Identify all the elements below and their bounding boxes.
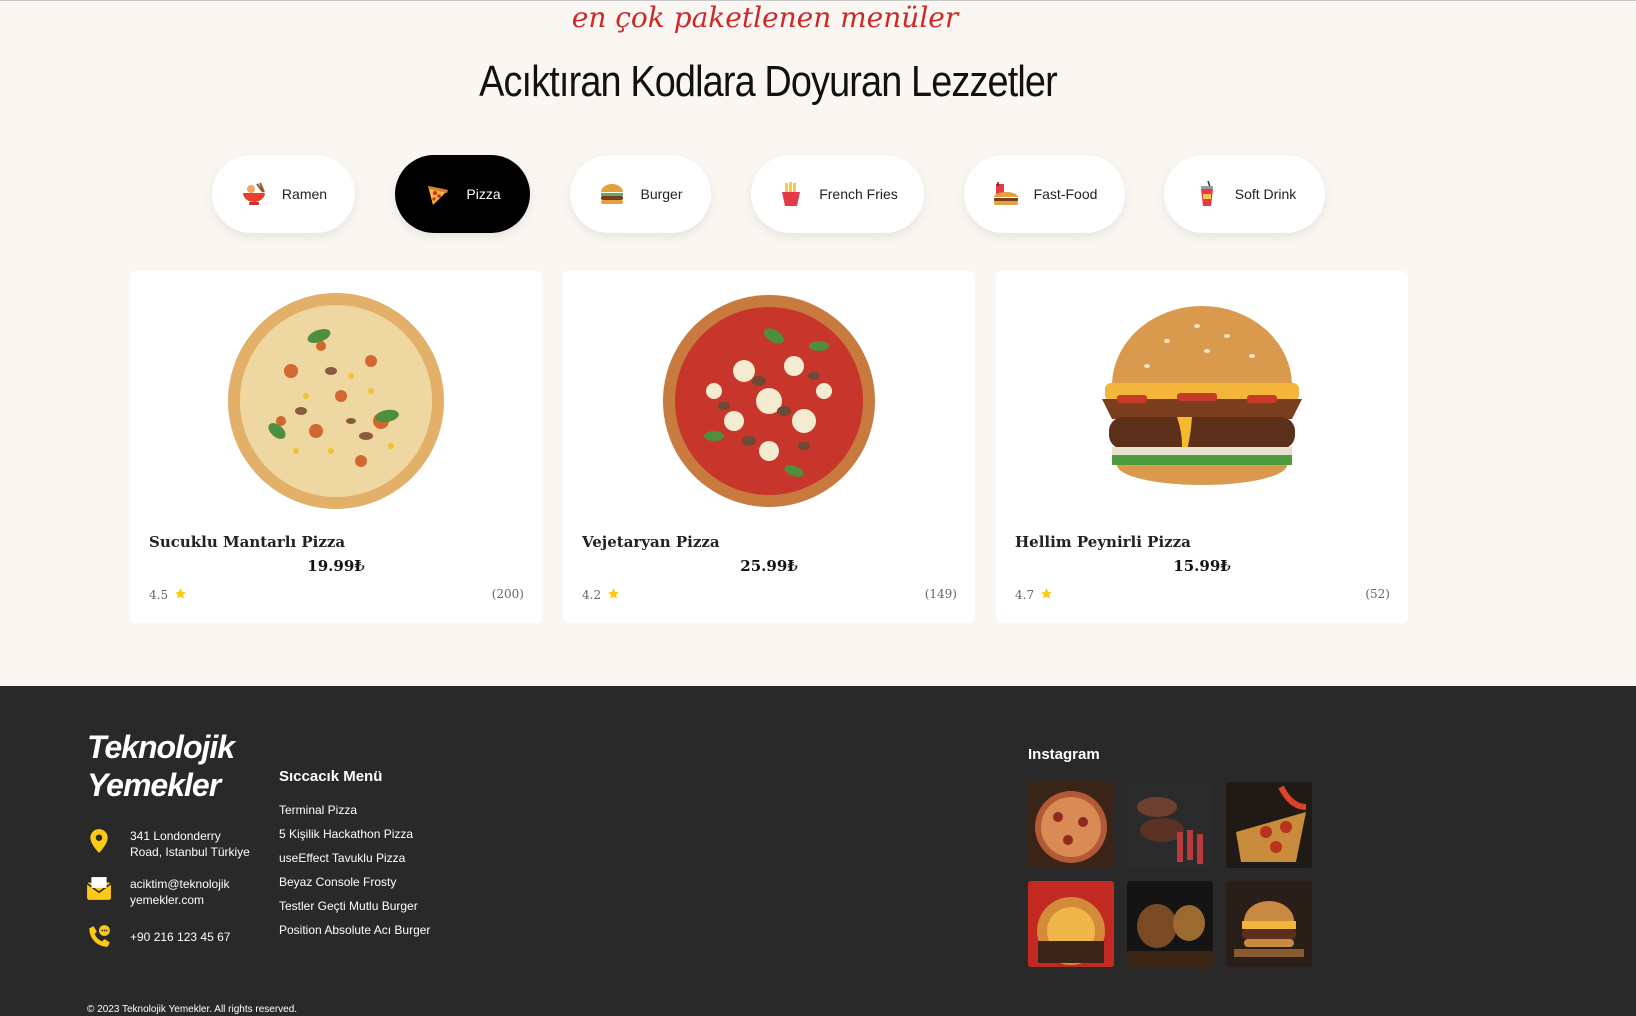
footer-menu-item[interactable]: 5 Kişilik Hackathon Pizza (279, 826, 430, 850)
section-subtitle: en çok paketlenen menüler (571, 1, 959, 34)
phone-text: +90 216 123 45 67 (130, 930, 231, 944)
category-label: Fast-Food (1033, 186, 1098, 202)
contact-email[interactable]: aciktim@teknolojik yemekler.com (86, 876, 240, 908)
product-rating: 4.7 (1015, 587, 1053, 603)
product-card[interactable]: Hellim Peynirli Pizza 15.99₺ 4.7 (52) (996, 271, 1408, 623)
product-price: 25.99₺ (740, 557, 798, 575)
product-rating: 4.2 (582, 587, 620, 603)
product-card[interactable]: Sucuklu Mantarlı Pizza 19.99₺ 4.5 (200) (130, 271, 542, 623)
footer: Teknolojik Yemekler 341 Londonderry Road… (0, 686, 1636, 1016)
burger-image (1087, 291, 1317, 511)
address-text: 341 Londonderry Road, Istanbul Türkiye (130, 829, 250, 859)
mail-icon (86, 876, 112, 902)
footer-menu-item[interactable]: Position Absolute Acı Burger (279, 922, 430, 946)
category-label: French Fries (819, 186, 898, 202)
category-fast-food[interactable]: Fast-Food (964, 155, 1125, 233)
copyright-text: © 2023 Teknolojik Yemekler. All rights r… (87, 1004, 298, 1015)
product-rating: 4.5 (149, 587, 187, 603)
product-price: 15.99₺ (1173, 557, 1231, 575)
review-count: (200) (491, 587, 524, 601)
burger-icon (598, 180, 626, 208)
category-ramen[interactable]: Ramen (212, 155, 355, 233)
pizza-image (221, 291, 451, 511)
fries-icon (777, 180, 805, 208)
fastfood-icon (992, 180, 1020, 208)
star-icon (174, 587, 187, 603)
product-card[interactable]: Vejetaryan Pizza 25.99₺ 4.2 (149) (563, 271, 975, 623)
footer-menu-item[interactable]: useEffect Tavuklu Pizza (279, 850, 430, 874)
email-text: aciktim@teknolojik yemekler.com (130, 877, 230, 907)
instagram-heading: Instagram (1028, 746, 1100, 763)
ramen-icon (240, 180, 268, 208)
contact-address: 341 Londonderry Road, Istanbul Türkiye (86, 828, 250, 860)
instagram-photo[interactable] (1127, 881, 1213, 967)
category-label: Ramen (281, 186, 328, 202)
footer-logo[interactable]: Teknolojik Yemekler (87, 728, 235, 804)
footer-menu-item[interactable]: Testler Geçti Mutlu Burger (279, 898, 430, 922)
footer-menu-item[interactable]: Beyaz Console Frosty (279, 874, 430, 898)
location-pin-icon (86, 828, 112, 854)
brand-line-1: Teknolojik (87, 729, 235, 765)
star-icon (607, 587, 620, 603)
product-name: Vejetaryan Pizza (582, 533, 720, 551)
category-soft-drink[interactable]: Soft Drink (1164, 155, 1325, 233)
category-french-fries[interactable]: French Fries (751, 155, 924, 233)
instagram-photo[interactable] (1028, 881, 1114, 967)
instagram-photo[interactable] (1127, 782, 1213, 868)
pizza-image (654, 291, 884, 511)
star-icon (1040, 587, 1053, 603)
phone-icon (86, 924, 112, 950)
footer-menu-item[interactable]: Terminal Pizza (279, 802, 430, 826)
soft-drink-icon (1193, 180, 1221, 208)
category-label: Soft Drink (1234, 186, 1297, 202)
contact-phone[interactable]: +90 216 123 45 67 (86, 924, 230, 950)
instagram-photo[interactable] (1028, 782, 1114, 868)
review-count: (52) (1365, 587, 1390, 601)
menu-heading: Sıccacık Menü (279, 768, 383, 785)
footer-menu-list: Terminal Pizza 5 Kişilik Hackathon Pizza… (279, 802, 430, 946)
category-burger[interactable]: Burger (570, 155, 711, 233)
instagram-photo[interactable] (1226, 881, 1312, 967)
product-name: Sucuklu Mantarlı Pizza (149, 533, 346, 551)
category-pizza[interactable]: Pizza (395, 155, 530, 233)
pizza-icon (424, 180, 452, 208)
rating-value: 4.2 (582, 588, 602, 602)
category-label: Pizza (466, 186, 501, 202)
category-label: Burger (640, 186, 683, 202)
rating-value: 4.7 (1015, 588, 1035, 602)
brand-line-2: Yemekler (87, 767, 221, 803)
page-title: Acıktıran Kodlara Doyuran Lezzetler (479, 57, 1058, 106)
product-price: 19.99₺ (307, 557, 365, 575)
rating-value: 4.5 (149, 588, 169, 602)
review-count: (149) (924, 587, 957, 601)
product-name: Hellim Peynirli Pizza (1015, 533, 1191, 551)
instagram-photo[interactable] (1226, 782, 1312, 868)
